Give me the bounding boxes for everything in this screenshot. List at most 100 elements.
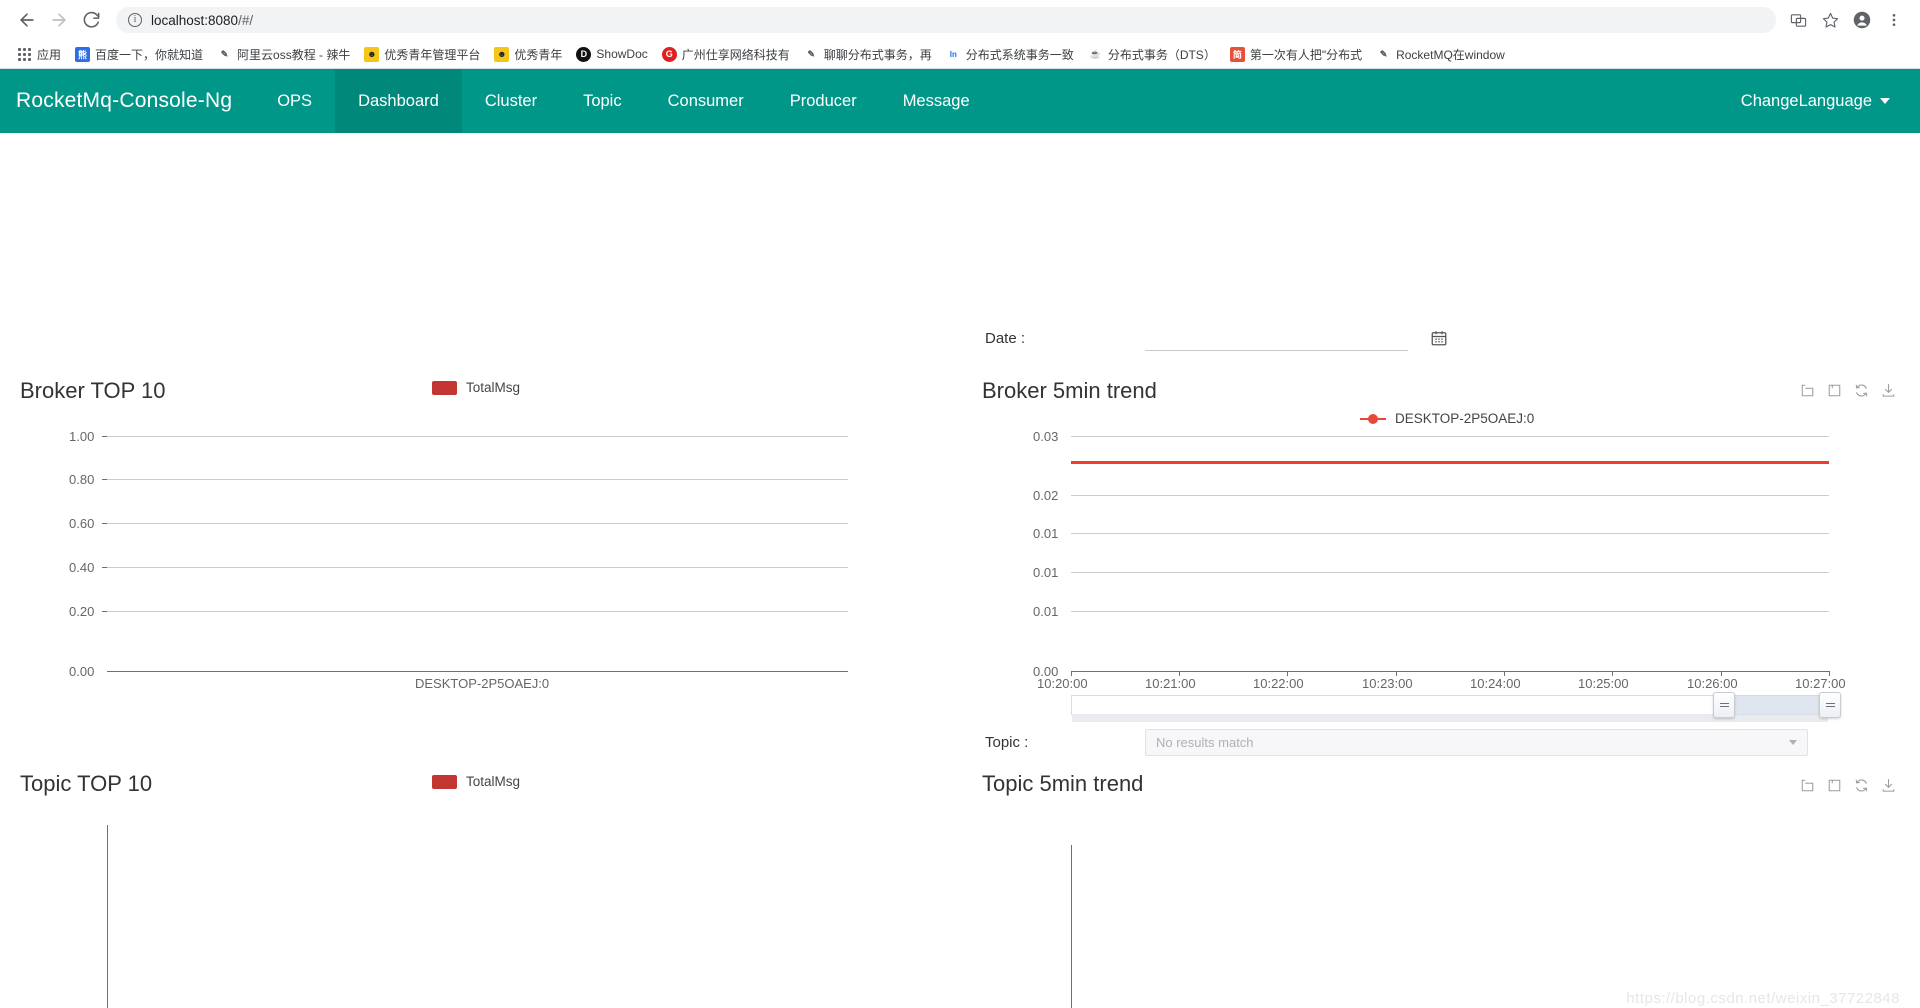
bookmark-label: 优秀青年管理平台: [384, 47, 481, 62]
bookmark-label: 分布式系统事务一致: [965, 47, 1074, 62]
bookmark-label: 优秀青年: [514, 47, 563, 62]
change-language-dropdown[interactable]: ChangeLanguage: [1711, 69, 1920, 133]
datazoom-slider-broker[interactable]: [1071, 692, 1841, 722]
nav-link-topic[interactable]: Topic: [560, 69, 645, 133]
bookmarks-bar: 应用 熊 百度一下，你就知道 ✎ 阿里云oss教程 - 辣牛 ☻ 优秀青年管理平…: [0, 40, 1920, 68]
gridline: [107, 523, 848, 524]
y-tick-label: 0.01: [1033, 526, 1059, 541]
apps-grid-icon: [17, 47, 32, 62]
browser-chrome: i localhost:8080/#/ 应用 熊 百度一下，你就知道 ✎ 阿里云…: [0, 0, 1920, 69]
bookmark-label: 聊聊分布式事务，再: [823, 47, 932, 62]
app-brand[interactable]: RocketMq-Console-Ng: [0, 69, 254, 133]
jianshu-icon: 简: [1229, 46, 1245, 62]
x-tick-label: 10:22:00: [1253, 676, 1304, 691]
topic-filter-row: Topic : No results match: [985, 729, 1808, 756]
bookmark-dts[interactable]: ☕ 分布式事务（DTS）: [1081, 44, 1223, 65]
zoom-select-icon[interactable]: [1800, 383, 1815, 398]
y-axis-tick: [102, 523, 107, 524]
x-axis-line: [1071, 671, 1829, 672]
bookmark-distributed-consistency[interactable]: In 分布式系统事务一致: [939, 44, 1081, 65]
chevron-down-icon: [1880, 98, 1890, 104]
gridline: [1071, 611, 1829, 612]
datazoom-selected-range[interactable]: [1724, 695, 1830, 715]
gridline: [1071, 533, 1829, 534]
gridline: [107, 479, 848, 480]
bookmark-rocketmq-windows[interactable]: ✎ RocketMQ在window: [1369, 44, 1512, 65]
y-tick-label: 0.40: [69, 560, 95, 575]
bookmark-label: 广州仕享网络科技有: [681, 47, 790, 62]
bookmark-youth-platform[interactable]: ☻ 优秀青年管理平台: [357, 44, 487, 65]
legend-broker-top10[interactable]: TotalMsg: [432, 380, 520, 395]
address-bar[interactable]: i localhost:8080/#/: [116, 7, 1776, 33]
y-tick-label: 0.80: [69, 472, 95, 487]
bookmark-youth[interactable]: ☻ 优秀青年: [487, 44, 569, 65]
y-axis-tick: [102, 611, 107, 612]
nav-link-cluster[interactable]: Cluster: [462, 69, 560, 133]
legend-topic-top10[interactable]: TotalMsg: [432, 774, 520, 789]
nav-link-producer[interactable]: Producer: [767, 69, 880, 133]
y-axis-tick: [102, 436, 107, 437]
bookmark-jianshu[interactable]: 简 第一次有人把"分布式: [1223, 44, 1369, 65]
bookmark-baidu[interactable]: 熊 百度一下，你就知道: [68, 44, 210, 65]
bookmark-star-icon[interactable]: [1816, 6, 1844, 34]
date-input[interactable]: [1145, 325, 1408, 351]
pen-icon: ✎: [1379, 48, 1388, 59]
y-axis-line: [107, 825, 108, 1008]
zoom-restore-icon[interactable]: [1827, 383, 1842, 398]
info-icon[interactable]: i: [128, 13, 142, 27]
datazoom-handle-left[interactable]: [1713, 692, 1735, 718]
bookmark-distributed-tx-chat[interactable]: ✎ 聊聊分布式事务，再: [797, 44, 939, 65]
nav-link-consumer[interactable]: Consumer: [645, 69, 767, 133]
pen-icon: ✎: [807, 48, 816, 59]
forward-arrow-icon[interactable]: [44, 5, 74, 35]
url-path: /#/: [238, 12, 254, 28]
x-tick-label: 10:23:00: [1362, 676, 1413, 691]
nav-links: OPS Dashboard Cluster Topic Consumer Pro…: [254, 69, 992, 133]
reload-icon[interactable]: [76, 5, 106, 35]
bookmark-apps[interactable]: 应用: [10, 44, 68, 65]
download-icon[interactable]: [1881, 778, 1896, 793]
bookmark-guangzhou[interactable]: G 广州仕享网络科技有: [655, 44, 797, 65]
panel-title-topic-top10: Topic TOP 10: [20, 771, 153, 796]
zoom-restore-icon[interactable]: [1827, 778, 1842, 793]
legend-label: TotalMsg: [466, 774, 521, 789]
legend-line-dot-icon: [1360, 413, 1386, 424]
refresh-icon[interactable]: [1854, 778, 1869, 793]
bookmark-label: 百度一下，你就知道: [95, 47, 204, 62]
topic-label: Topic :: [985, 734, 1029, 751]
three-dot-menu-icon[interactable]: [1880, 6, 1908, 34]
nav-link-message[interactable]: Message: [880, 69, 993, 133]
panel-title-topic-trend: Topic 5min trend: [982, 771, 1144, 796]
x-axis-line: [107, 671, 848, 672]
bookmark-aliyun-oss[interactable]: ✎ 阿里云oss教程 - 辣牛: [210, 44, 357, 65]
topic-select[interactable]: No results match: [1145, 729, 1808, 756]
download-icon[interactable]: [1881, 383, 1896, 398]
y-tick-label: 1.00: [69, 429, 95, 444]
bookmark-label: 分布式事务（DTS）: [1107, 47, 1216, 62]
calendar-icon[interactable]: [1430, 329, 1448, 347]
bookmark-label: 应用: [37, 47, 62, 62]
refresh-icon[interactable]: [1854, 383, 1869, 398]
panel-title-broker-top10: Broker TOP 10: [20, 378, 166, 403]
bookmark-showdoc[interactable]: D ShowDoc: [569, 45, 654, 64]
y-axis-line: [1071, 845, 1072, 1008]
gridline: [1071, 495, 1829, 496]
url-text: localhost:8080/#/: [151, 13, 253, 28]
translate-icon[interactable]: [1784, 6, 1812, 34]
legend-swatch-icon: [432, 380, 457, 395]
g-icon: G: [661, 46, 677, 62]
back-arrow-icon[interactable]: [12, 5, 42, 35]
showdoc-icon: D: [576, 46, 592, 62]
profile-avatar-icon[interactable]: [1848, 6, 1876, 34]
datazoom-handle-right[interactable]: [1819, 692, 1841, 718]
legend-broker-trend[interactable]: DESKTOP-2P5OAEJ:0: [1360, 411, 1534, 426]
y-axis-tick: [102, 567, 107, 568]
navbar-spacer: [993, 69, 1711, 133]
bookmark-label: ShowDoc: [596, 47, 648, 61]
baidu-icon: 熊: [75, 46, 91, 62]
watermark: https://blog.csdn.net/weixin_37722848: [1626, 990, 1900, 1007]
nav-link-dashboard[interactable]: Dashboard: [335, 69, 462, 133]
topic-select-value: No results match: [1156, 735, 1254, 750]
zoom-select-icon[interactable]: [1800, 778, 1815, 793]
nav-link-ops[interactable]: OPS: [254, 69, 335, 133]
